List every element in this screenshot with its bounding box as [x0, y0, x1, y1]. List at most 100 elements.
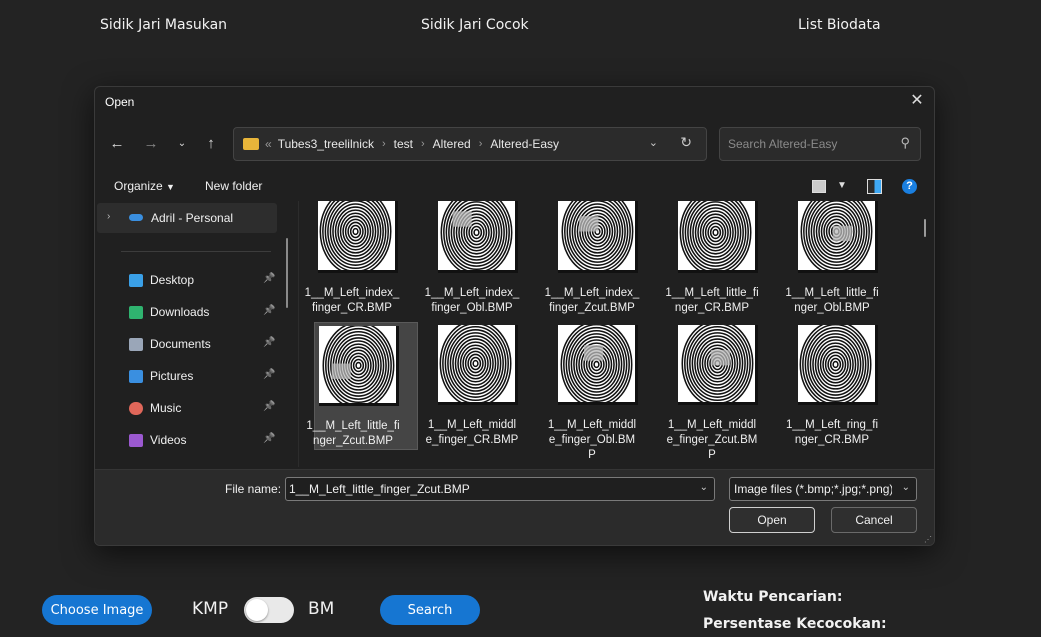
file-item[interactable]: 1__M_Left_index_ finger_Obl.BMP	[425, 201, 538, 321]
file-item[interactable]: 1__M_Left_index_ finger_CR.BMP	[305, 201, 418, 321]
sidebar-item-label: Downloads	[150, 305, 210, 319]
file-name: 1__M_Left_ring_fi nger_CR.BMP	[780, 418, 884, 448]
breadcrumb-item[interactable]: test	[394, 137, 413, 151]
algorithm-toggle[interactable]	[244, 597, 294, 623]
cancel-button[interactable]: Cancel	[831, 507, 917, 533]
pin-icon[interactable]: 📌	[263, 337, 275, 348]
fingerprint-image	[319, 201, 392, 270]
folder-search-input[interactable]	[720, 128, 900, 160]
file-name-line: e_finger_Zcut.BM	[666, 434, 758, 446]
folder-search-box[interactable]: ⚲	[719, 127, 921, 161]
forward-arrow-icon[interactable]: →	[141, 134, 161, 154]
file-name-line: 1__M_Left_middl	[547, 419, 637, 431]
pin-icon[interactable]: 📌	[263, 369, 275, 380]
file-item[interactable]: 1__M_Left_little_fi nger_CR.BMP	[665, 201, 778, 321]
fingerprint-image	[322, 326, 395, 403]
sidebar-scrollbar[interactable]	[286, 238, 288, 308]
download-icon	[129, 306, 143, 319]
organize-menu[interactable]: Organize ▼	[114, 179, 175, 193]
breadcrumb-item[interactable]: Altered-Easy	[490, 137, 559, 151]
refresh-icon[interactable]: ↻	[680, 134, 692, 151]
file-name: 1__M_Left_middl e_finger_Zcut.BM P	[660, 418, 764, 463]
address-bar[interactable]: « Tubes3_treelilnick › test › Altered › Alt…	[233, 127, 707, 161]
file-name-field[interactable]: ⌄	[285, 477, 715, 501]
file-item[interactable]: 1__M_Left_little_fi nger_Obl.BMP	[785, 201, 898, 321]
file-name-line: nger_CR.BMP	[674, 302, 750, 314]
sidebar-item-desktop[interactable]: Desktop 📌	[129, 269, 279, 293]
file-item[interactable]: 1__M_Left_index_ finger_Zcut.BMP	[545, 201, 658, 321]
sidebar-item-label: Adril - Personal	[151, 211, 234, 225]
recent-chevron-icon[interactable]: ⌄	[172, 134, 192, 154]
pin-icon[interactable]: 📌	[263, 305, 275, 316]
fingerprint-image	[681, 325, 754, 402]
organize-label: Organize	[114, 179, 163, 193]
file-grid-scrollbar[interactable]	[924, 219, 926, 237]
file-item[interactable]: 1__M_Left_little_fi nger_Zcut.BMP	[306, 322, 418, 450]
file-name-line: 1__M_Left_ring_fi	[785, 419, 879, 431]
navigation-pane: › Adril - Personal Desktop 📌 Downloads 📌 Doc…	[95, 201, 291, 467]
breadcrumb-item[interactable]: Altered	[433, 137, 471, 151]
sidebar-item-downloads[interactable]: Downloads 📌	[129, 301, 279, 325]
sidebar-item-videos[interactable]: Videos 📌	[129, 429, 279, 453]
match-percentage-label: Persentase Kecocokan:	[703, 616, 887, 632]
file-name: 1__M_Left_index_ finger_Obl.BMP	[420, 286, 524, 316]
pin-icon[interactable]: 📌	[263, 433, 275, 444]
file-item[interactable]: 1__M_Left_middl e_finger_Zcut.BM P	[667, 322, 778, 461]
chevron-down-icon[interactable]: ⌄	[700, 482, 708, 493]
file-thumbnail	[678, 201, 758, 273]
fingerprint-image	[679, 201, 752, 270]
pin-icon[interactable]: 📌	[263, 273, 275, 284]
file-item[interactable]: 1__M_Left_middl e_finger_CR.BMP	[426, 322, 538, 450]
choose-image-button[interactable]: Choose Image	[42, 595, 152, 625]
fingerprint-image	[561, 201, 634, 270]
file-name-line: e_finger_CR.BMP	[425, 434, 519, 446]
file-name-line: finger_Obl.BMP	[431, 302, 513, 314]
view-mode-icon[interactable]	[812, 180, 826, 193]
breadcrumb-item[interactable]: Tubes3_treelilnick	[278, 137, 374, 151]
file-name-input[interactable]	[286, 478, 696, 500]
pin-icon[interactable]: 📌	[263, 401, 275, 412]
preview-pane-icon[interactable]	[867, 179, 882, 194]
bm-label: BM	[308, 599, 335, 619]
up-arrow-icon[interactable]: ↑	[201, 134, 221, 154]
file-thumbnail	[678, 325, 758, 405]
chevron-down-icon[interactable]: ▼	[837, 180, 847, 191]
file-item[interactable]: 1__M_Left_ring_fi nger_CR.BMP	[786, 322, 898, 450]
file-name-label: File name:	[225, 482, 282, 496]
header-matched-fingerprint: Sidik Jari Cocok	[421, 17, 529, 33]
search-button[interactable]: Search	[380, 595, 480, 625]
dialog-footer: File name: ⌄ Image files (*.bmp;*.jpg;*.…	[95, 469, 934, 545]
chevron-right-icon[interactable]: ›	[107, 211, 110, 222]
file-name-line: nger_CR.BMP	[794, 434, 870, 446]
back-arrow-icon[interactable]: ←	[107, 134, 127, 154]
new-folder-button[interactable]: New folder	[205, 179, 262, 193]
file-item[interactable]: 1__M_Left_middl e_finger_Obl.BM P	[548, 322, 658, 461]
cloud-icon	[129, 214, 143, 221]
divider	[121, 251, 271, 252]
sidebar-item-music[interactable]: Music 📌	[129, 397, 279, 421]
fingerprint-image	[439, 325, 512, 402]
file-type-select[interactable]: Image files (*.bmp;*.jpg;*.png) ⌄	[729, 477, 917, 501]
file-name-line: finger_Zcut.BMP	[549, 302, 635, 314]
file-name-line: 1__M_Left_middl	[427, 419, 517, 431]
file-thumbnail	[798, 325, 878, 405]
resize-grip-icon[interactable]: ⋰	[924, 535, 932, 544]
file-name-line: 1__M_Left_little_fi	[785, 287, 879, 299]
file-name: 1__M_Left_index_ finger_CR.BMP	[300, 286, 404, 316]
open-button[interactable]: Open	[729, 507, 815, 533]
fingerprint-image	[799, 325, 872, 402]
file-name-line: 1__M_Left_middl	[667, 419, 757, 431]
file-thumbnail	[438, 325, 518, 405]
pane-divider[interactable]	[298, 201, 299, 467]
file-thumbnail	[438, 201, 518, 273]
breadcrumb-overflow-icon[interactable]: «	[265, 137, 272, 151]
sidebar-item-label: Pictures	[150, 369, 194, 383]
help-icon[interactable]: ?	[902, 179, 917, 194]
chevron-down-icon[interactable]: ⌄	[649, 136, 658, 149]
open-file-dialog: Open ✕ ← → ⌄ ↑ « Tubes3_treelilnick › tes…	[94, 86, 935, 546]
sidebar-item-onedrive[interactable]: › Adril - Personal	[97, 203, 277, 233]
close-icon[interactable]: ✕	[908, 92, 926, 110]
sidebar-item-documents[interactable]: Documents 📌	[129, 333, 279, 357]
header-biodata-list: List Biodata	[798, 17, 881, 33]
sidebar-item-pictures[interactable]: Pictures 📌	[129, 365, 279, 389]
